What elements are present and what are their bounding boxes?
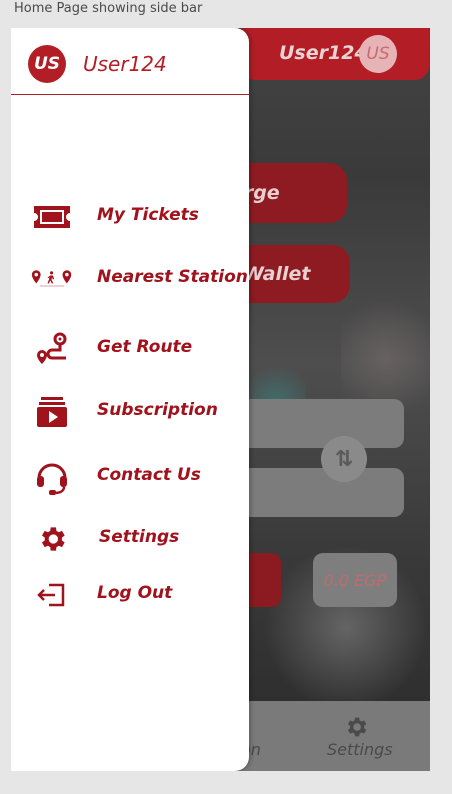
from-station-field[interactable] (236, 399, 404, 448)
wallet-label: Wallet (243, 263, 311, 285)
sidebar-item-label: Contact Us (97, 465, 201, 485)
top-avatar[interactable]: US (359, 35, 397, 73)
sidebar-item-label: My Tickets (97, 205, 199, 225)
divider (11, 94, 249, 95)
avatar[interactable]: US (28, 45, 66, 83)
top-username: User124 (279, 42, 368, 64)
sidebar-item-log-out[interactable]: Log Out (11, 569, 249, 619)
sidebar-username: User124 (83, 52, 167, 76)
sidebar-item-contact-us[interactable]: Contact Us (11, 451, 249, 501)
sidebar-item-label: Subscription (97, 400, 218, 420)
headset-icon (31, 461, 73, 495)
page-caption: Home Page showing side bar (14, 1, 203, 16)
ticket-icon (31, 201, 73, 233)
swap-vertical-icon[interactable]: ⇅ (321, 436, 367, 482)
nav-settings-label[interactable]: Settings (327, 740, 393, 759)
subscription-icon (31, 396, 73, 428)
nearest-station-icon (31, 263, 73, 295)
sidebar-item-label: Nearest Station (97, 267, 248, 287)
price-display: 0.0 EGP (313, 553, 397, 607)
sidebar-item-label: Settings (99, 527, 180, 547)
sidebar-item-subscription[interactable]: Subscription (11, 386, 249, 436)
sidebar-item-my-tickets[interactable]: My Tickets (11, 191, 249, 241)
gear-icon (31, 523, 73, 555)
sidebar-item-get-route[interactable]: Get Route (11, 323, 249, 373)
sidebar-item-label: Log Out (97, 583, 173, 603)
logout-icon (31, 579, 73, 611)
phone-screen: User124 US arge Wallet ⇅ 0.0 EGP on Sett… (11, 28, 430, 771)
side-drawer: US User124 My Tickets Nearest Station Ge… (11, 28, 249, 771)
sidebar-item-nearest-station[interactable]: Nearest Station (11, 253, 249, 303)
sidebar-item-settings[interactable]: Settings (11, 513, 249, 563)
to-station-field[interactable] (236, 468, 404, 517)
sidebar-item-label: Get Route (97, 337, 193, 357)
route-icon (31, 332, 73, 365)
